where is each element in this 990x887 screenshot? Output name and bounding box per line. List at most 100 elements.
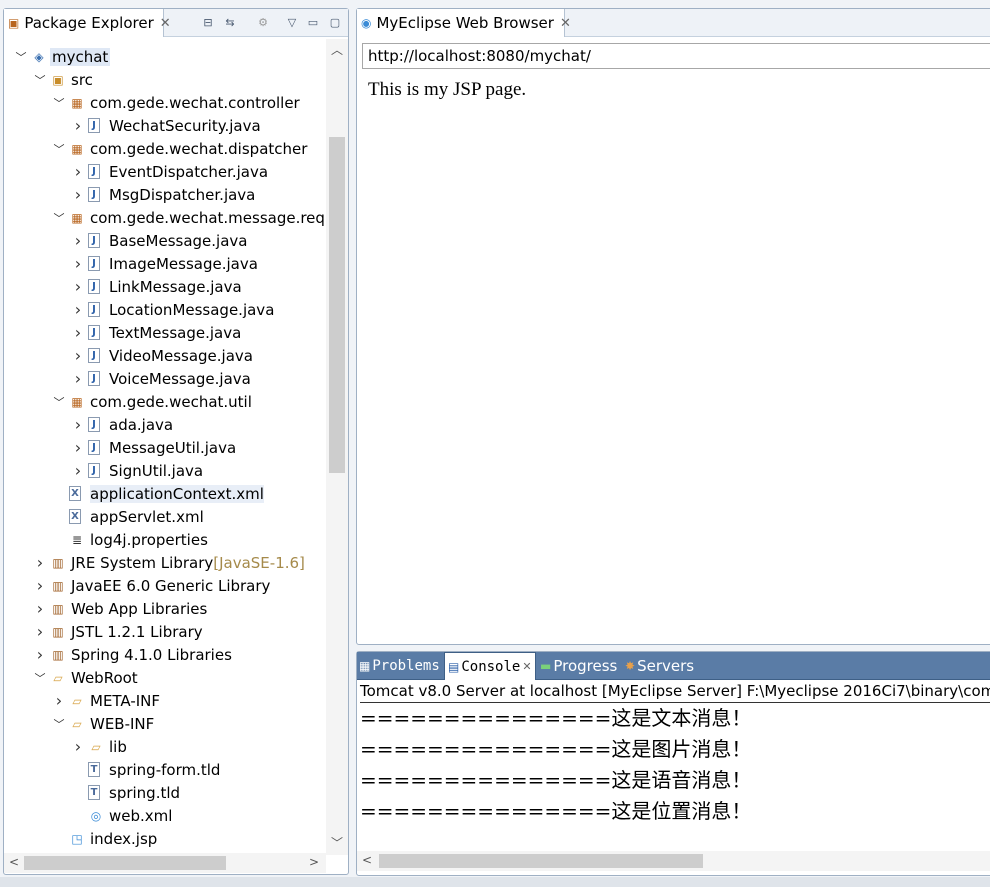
chevron-right-icon[interactable]: › (71, 185, 85, 204)
chevron-down-icon[interactable]: ﹀ (52, 95, 66, 111)
chevron-down-icon[interactable]: ﹀ (52, 716, 66, 732)
chevron-right-icon[interactable]: › (71, 254, 85, 273)
tree-item[interactable]: ◎ web.xml (4, 804, 326, 827)
library-icon: ▥ (52, 555, 64, 570)
tree-item[interactable]: › ▥ JSTL 1.2.1 Library (4, 620, 326, 643)
console-horizontal-scrollbar[interactable]: < (357, 851, 990, 871)
tree-item[interactable]: › J WechatSecurity.java (4, 114, 326, 137)
java-file-icon: J (88, 302, 100, 317)
chevron-right-icon[interactable]: › (33, 645, 47, 664)
chevron-down-icon[interactable]: ﹀ (33, 72, 47, 88)
tree-vertical-scrollbar[interactable]: ︿ ﹀ (326, 39, 348, 855)
tree-item[interactable]: › J VideoMessage.java (4, 344, 326, 367)
chevron-down-icon[interactable]: ﹀ (33, 670, 47, 686)
chevron-right-icon[interactable]: › (71, 162, 85, 181)
chevron-right-icon[interactable]: › (71, 415, 85, 434)
scroll-right-icon[interactable]: > (306, 855, 322, 869)
scroll-left-icon[interactable]: < (6, 855, 22, 869)
tree-item[interactable]: ﹀ ▱ WebRoot (4, 666, 326, 689)
close-icon[interactable]: ✕ (160, 16, 171, 31)
tree-item[interactable]: › J MessageUtil.java (4, 436, 326, 459)
view-menu-icon[interactable]: ▽ (285, 15, 299, 29)
tab-servers[interactable]: ✸ Servers (625, 652, 694, 680)
tab-progress[interactable]: ▬ Progress (540, 652, 617, 680)
chevron-right-icon[interactable]: › (71, 300, 85, 319)
tree-item[interactable]: › J BaseMessage.java (4, 229, 326, 252)
status-strip (0, 877, 990, 887)
tree-item[interactable]: › ▱ lib (4, 735, 326, 758)
tree-item[interactable]: › J EventDispatcher.java (4, 160, 326, 183)
scroll-left-icon[interactable]: < (359, 853, 375, 867)
tree-item[interactable]: ﹀ ▱ WEB-INF (4, 712, 326, 735)
tree-item[interactable]: › J LocationMessage.java (4, 298, 326, 321)
tree-item[interactable]: XappServlet.xml (4, 505, 326, 528)
tree-item[interactable]: ﹀ ◈ mychat (4, 45, 326, 68)
tree-item[interactable]: ≣ log4j.properties (4, 528, 326, 551)
tree-item[interactable]: › J VoiceMessage.java (4, 367, 326, 390)
tree-item[interactable]: ◳ index.jsp (4, 827, 326, 850)
chevron-right-icon[interactable]: › (52, 691, 66, 710)
tree-item[interactable]: ﹀ ▦ com.gede.wechat.dispatcher (4, 137, 326, 160)
tree-item-label: BaseMessage.java (109, 231, 248, 250)
tab-web-browser[interactable]: ◉ MyEclipse Web Browser ✕ (357, 9, 571, 37)
tree-item-label: com.gede.wechat.dispatcher (90, 139, 308, 158)
tree-item[interactable]: › ▥ Spring 4.1.0 Libraries (4, 643, 326, 666)
folder-open-icon: ▱ (72, 716, 82, 731)
scroll-thumb[interactable] (24, 856, 226, 870)
chevron-right-icon[interactable]: › (71, 737, 85, 756)
chevron-right-icon[interactable]: › (71, 346, 85, 365)
tree-item[interactable]: › ▥ JavaEE 6.0 Generic Library (4, 574, 326, 597)
tree-item[interactable]: ﹀ ▦ com.gede.wechat.util (4, 390, 326, 413)
tree-item[interactable]: › J ImageMessage.java (4, 252, 326, 275)
tree-item[interactable]: › Jada.java (4, 413, 326, 436)
chevron-right-icon[interactable]: › (33, 622, 47, 641)
java-file-icon: J (88, 187, 100, 202)
tree-item[interactable]: XapplicationContext.xml (4, 482, 326, 505)
tree-item[interactable]: ﹀ ▦ com.gede.wechat.controller (4, 91, 326, 114)
tab-package-explorer[interactable]: ▣ Package Explorer ✕ (4, 9, 171, 37)
console-output[interactable]: ===============这是文本消息！ ===============这是… (360, 702, 990, 827)
link-with-editor-icon[interactable]: ⇆ (223, 15, 237, 29)
url-field[interactable]: http://localhost:8080/mychat/ (362, 43, 990, 69)
tree-item[interactable]: › J MsgDispatcher.java (4, 183, 326, 206)
java-file-icon: J (88, 417, 100, 432)
scroll-down-icon[interactable]: ﹀ (329, 834, 345, 851)
chevron-right-icon[interactable]: › (71, 231, 85, 250)
tree-item[interactable]: ﹀ ▣ src (4, 68, 326, 91)
chevron-down-icon[interactable]: ﹀ (52, 141, 66, 157)
tree-item[interactable]: ﹀ ▦ com.gede.wechat.message.requ (4, 206, 327, 229)
chevron-right-icon[interactable]: › (33, 599, 47, 618)
chevron-right-icon[interactable]: › (71, 369, 85, 388)
chevron-right-icon[interactable]: › (33, 576, 47, 595)
scroll-thumb[interactable] (329, 137, 345, 473)
minimize-icon[interactable]: ▭ (306, 15, 320, 29)
chevron-down-icon[interactable]: ﹀ (14, 49, 28, 65)
close-icon[interactable]: ✕ (560, 16, 571, 31)
tree-item[interactable]: › J SignUtil.java (4, 459, 326, 482)
maximize-icon[interactable]: ▢ (328, 15, 342, 29)
collapse-all-icon[interactable]: ⊟ (201, 15, 215, 29)
tree-horizontal-scrollbar[interactable]: < > (4, 853, 326, 873)
tree-item[interactable]: › J TextMessage.java (4, 321, 326, 344)
chevron-down-icon[interactable]: ﹀ (52, 210, 66, 226)
tree-item[interactable]: Tspring.tld (4, 781, 326, 804)
chevron-right-icon[interactable]: › (71, 277, 85, 296)
chevron-right-icon[interactable]: › (33, 553, 47, 572)
servers-icon: ✸ (625, 659, 636, 673)
chevron-down-icon[interactable]: ﹀ (52, 394, 66, 410)
tab-problems[interactable]: ▦ Problems (359, 652, 440, 680)
focus-icon[interactable]: ⚙ (256, 15, 270, 29)
tab-console[interactable]: ▤ Console ✕ (444, 652, 536, 680)
chevron-right-icon[interactable]: › (71, 461, 85, 480)
tree-item[interactable]: › ▥ Web App Libraries (4, 597, 326, 620)
close-icon[interactable]: ✕ (522, 660, 531, 673)
chevron-right-icon[interactable]: › (71, 116, 85, 135)
tree-item[interactable]: › ▱ META-INF (4, 689, 326, 712)
scroll-thumb[interactable] (379, 854, 703, 868)
tree-item[interactable]: › J LinkMessage.java (4, 275, 326, 298)
scroll-up-icon[interactable]: ︿ (329, 41, 345, 58)
tree-item[interactable]: Tspring-form.tld (4, 758, 326, 781)
tree-item[interactable]: › ▥ JRE System Library[JavaSE-1.6] (4, 551, 326, 574)
chevron-right-icon[interactable]: › (71, 323, 85, 342)
chevron-right-icon[interactable]: › (71, 438, 85, 457)
